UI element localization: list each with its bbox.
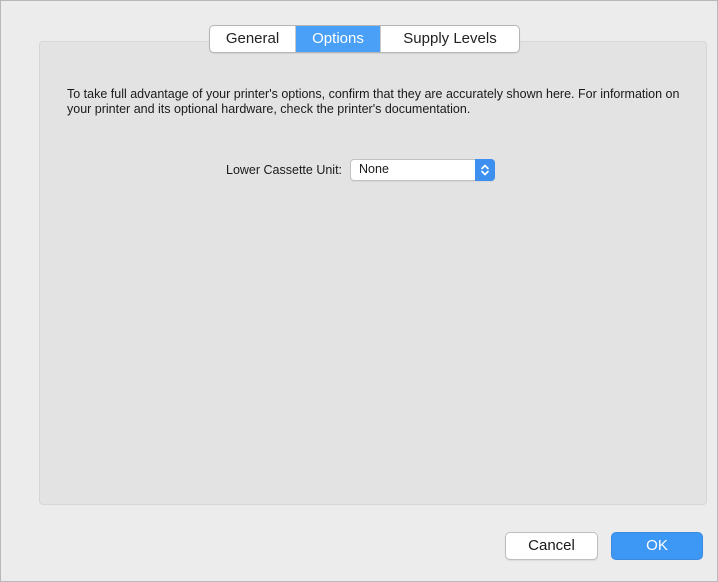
printer-options-window: General Options Supply Levels To take fu… xyxy=(0,0,718,582)
tab-general[interactable]: General xyxy=(210,26,296,52)
tab-bar: General Options Supply Levels xyxy=(209,25,520,53)
up-down-chevron-icon xyxy=(475,159,496,181)
lower-cassette-value: None xyxy=(359,162,389,176)
lower-cassette-label: Lower Cassette Unit: xyxy=(226,163,343,177)
lower-cassette-select[interactable]: None xyxy=(350,159,496,181)
ok-button[interactable]: OK xyxy=(611,532,703,560)
tab-options[interactable]: Options xyxy=(296,26,381,52)
lower-cassette-row: Lower Cassette Unit: None xyxy=(226,159,496,181)
options-description: To take full advantage of your printer's… xyxy=(67,87,680,116)
tab-supply-levels[interactable]: Supply Levels xyxy=(381,26,519,52)
cancel-button[interactable]: Cancel xyxy=(505,532,598,560)
